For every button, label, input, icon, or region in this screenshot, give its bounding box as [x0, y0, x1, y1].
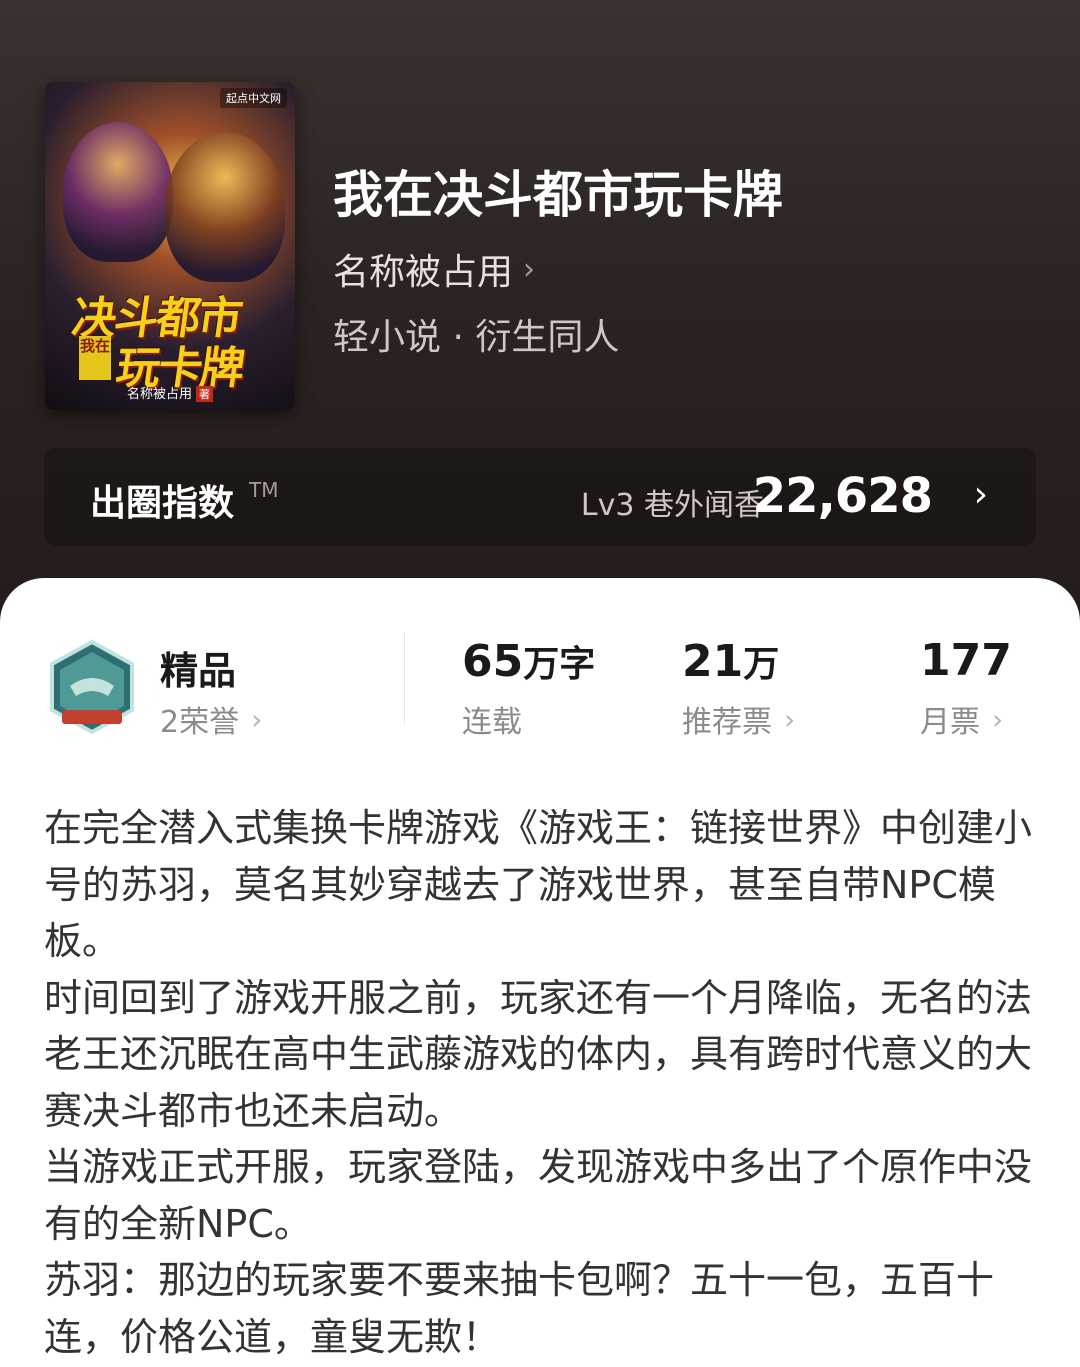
honor-count: 2荣誉 — [160, 705, 240, 740]
chevron-right-icon: › — [251, 702, 263, 736]
chevron-right-icon: › — [523, 251, 536, 287]
synopsis-paragraph: 时间回到了游戏开服之前，玩家还有一个月降临，无名的法老王还沉眠在高中生武藤游戏的… — [44, 975, 1033, 1133]
recommend-votes: 21万 — [682, 635, 779, 687]
chevron-right-icon: › — [784, 702, 796, 736]
cover-art-character-left — [63, 122, 173, 262]
author-link[interactable]: 名称被占用 › — [333, 243, 535, 295]
recommend-votes-value: 21 — [682, 636, 744, 687]
stats-divider — [404, 632, 405, 724]
index-level: Lv3 巷外闻香 — [580, 488, 764, 523]
honor-link[interactable]: 2荣誉 › — [160, 697, 262, 741]
cover-author-suffix: 著 — [196, 386, 213, 402]
cover-publisher-logo: 起点中文网 — [220, 88, 287, 108]
book-synopsis: 在完全潜入式集换卡牌游戏《游戏王：链接世界》中创建小号的苏羽，莫名其妙穿越去了游… — [44, 800, 1034, 1365]
index-trademark: TM — [249, 478, 279, 502]
cover-author-name: 名称被占用 — [126, 387, 192, 402]
quality-badge-icon — [50, 640, 134, 735]
chevron-right-icon: › — [973, 474, 988, 515]
cover-title-prefix: 我在 — [79, 336, 111, 380]
word-count-unit: 万字 — [523, 644, 596, 685]
recommend-votes-label: 推荐票 — [682, 705, 772, 740]
monthly-votes-link[interactable]: 月票 › — [920, 697, 1003, 741]
book-genre: 轻小说 · 衍生同人 — [333, 317, 620, 358]
serial-status: 连载 — [462, 705, 522, 740]
monthly-votes-label: 月票 — [920, 705, 980, 740]
synopsis-paragraph: 在完全潜入式集换卡牌游戏《游戏王：链接世界》中创建小号的苏羽，莫名其妙穿越去了游… — [44, 806, 1033, 963]
synopsis-paragraph: 苏羽：那边的玩家要不要来抽卡包啊？五十一包，五百十连，价格公道，童叟无欺！ — [44, 1258, 995, 1359]
monthly-votes-value: 177 — [920, 635, 1012, 686]
quality-label: 精品 — [160, 649, 237, 693]
recommend-votes-unit: 万 — [743, 644, 780, 685]
word-count-label: 连载 — [462, 697, 522, 741]
index-value: 22,628 — [752, 468, 933, 524]
word-count-value: 65 — [462, 636, 524, 687]
recommend-votes-link[interactable]: 推荐票 › — [682, 697, 795, 741]
chevron-right-icon: › — [992, 702, 1004, 736]
cover-art-character-right — [165, 132, 285, 282]
popularity-index-bar[interactable]: 出圈指数 TM Lv3 巷外闻香 22,628 › — [44, 448, 1036, 546]
synopsis-paragraph: 当游戏正式开服，玩家登陆，发现游戏中多出了个原作中没有的全新NPC。 — [44, 1145, 1033, 1246]
index-label: 出圈指数 — [90, 483, 235, 524]
word-count: 65万字 — [462, 635, 595, 687]
cover-author: 名称被占用著 — [45, 383, 295, 402]
book-title: 我在决斗都市玩卡牌 — [333, 165, 783, 224]
book-cover[interactable]: 起点中文网 决斗都市 我在 玩卡牌 名称被占用著 — [45, 82, 295, 410]
monthly-votes: 177 — [920, 635, 1012, 686]
author-name: 名称被占用 — [333, 252, 514, 293]
